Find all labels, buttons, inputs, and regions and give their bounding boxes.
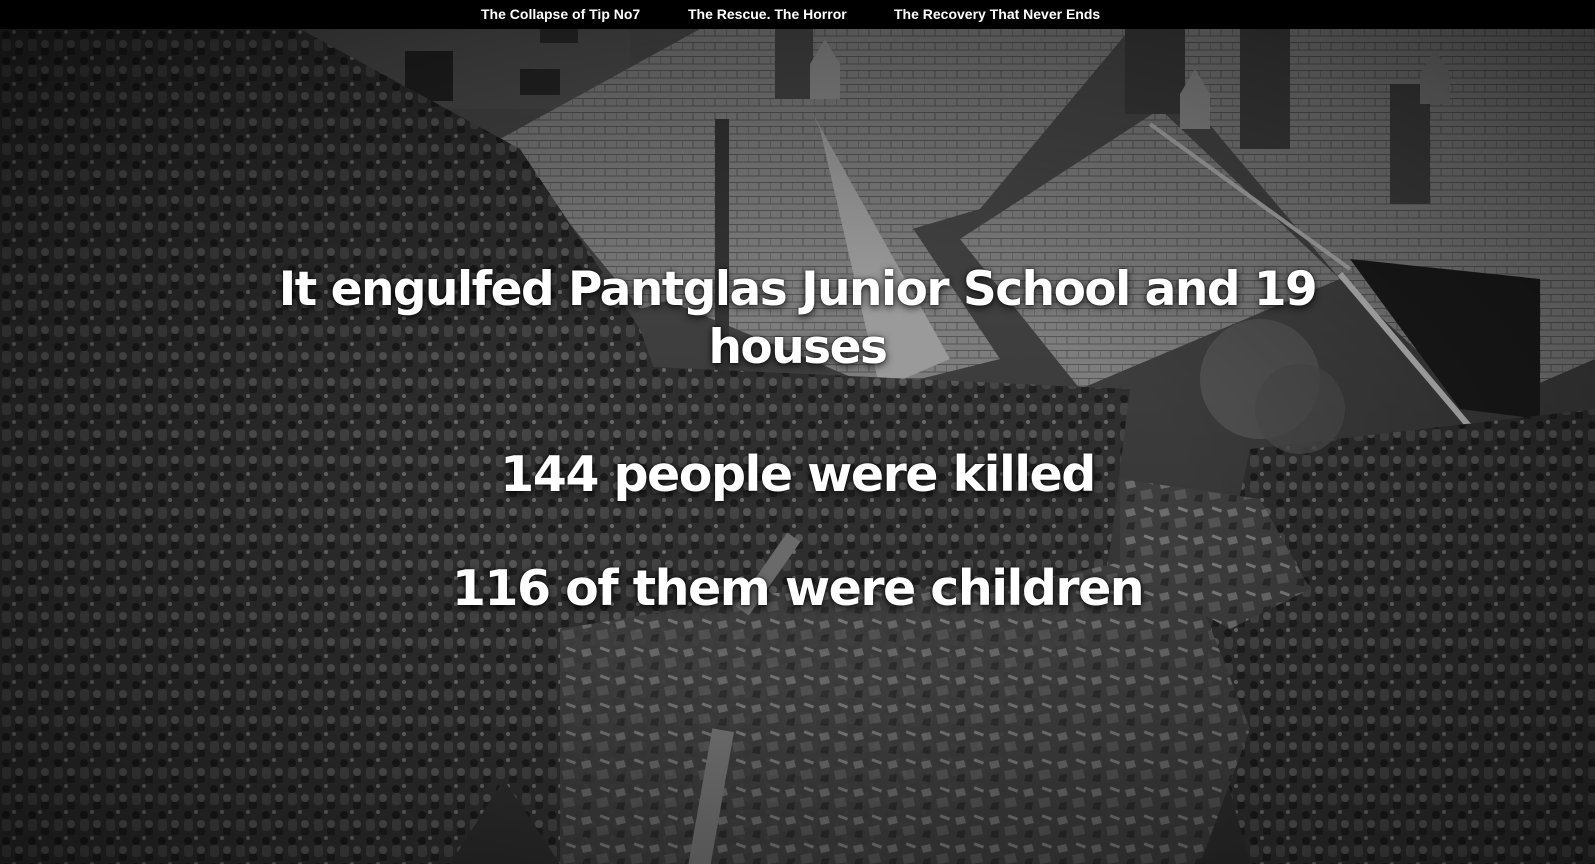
nav-link-collapse[interactable]: The Collapse of Tip No7 (481, 6, 640, 22)
statement-school-engulfed: It engulfed Pantglas Junior School and 1… (278, 262, 1318, 376)
nav-link-recovery[interactable]: The Recovery That Never Ends (894, 6, 1100, 22)
statement-people-killed: 144 people were killed (500, 445, 1096, 503)
statement-children-killed: 116 of them were children (451, 559, 1145, 617)
page: The Collapse of Tip No7 The Rescue. The … (0, 0, 1595, 864)
nav-link-rescue[interactable]: The Rescue. The Horror (688, 6, 847, 22)
top-navigation: The Collapse of Tip No7 The Rescue. The … (0, 0, 1595, 29)
